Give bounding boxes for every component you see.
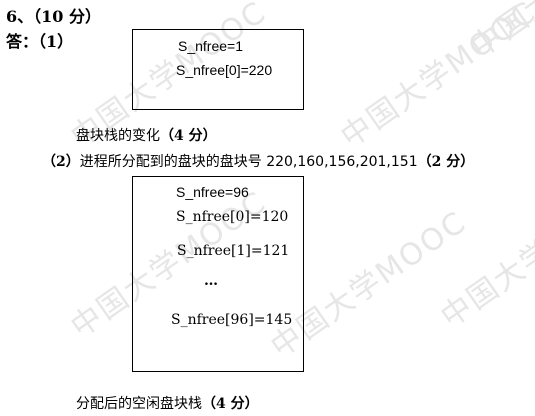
- part2-line: （2）进程所分配到的盘块的盘块号 220,160,156,201,151（2 分…: [42, 151, 474, 171]
- watermark: 中国大学MOOC: [334, 0, 535, 156]
- box2-line-5: S_nfree[96]=145: [171, 312, 293, 328]
- question-number: 6、: [6, 7, 34, 26]
- answer-line: 答：（1）: [6, 28, 73, 52]
- disk-stack-box-2: [132, 176, 304, 372]
- part2-text: 进程所分配到的盘块的盘块号 220,160,156,201,151: [79, 154, 418, 170]
- watermark: 中国大学MOOC: [460, 0, 535, 66]
- caption-1: 盘块栈的变化（4 分）: [76, 125, 217, 145]
- part2-score: （2 分）: [417, 154, 475, 170]
- score-close: ）: [85, 7, 102, 26]
- box1-line-1: S_nfree=1: [178, 38, 243, 54]
- box2-ellipsis: …: [204, 273, 218, 289]
- caption-2: 分配后的空闲盘块栈（4 分）: [76, 393, 259, 413]
- caption-2-score: （4 分）: [202, 396, 259, 412]
- score-open: （: [33, 7, 42, 26]
- question-score: 10 分: [41, 7, 85, 26]
- box1-line-2: S_nfree[0]=220: [176, 62, 273, 78]
- caption-1-text: 盘块栈的变化: [76, 128, 160, 144]
- watermark: 中国大学MOOC: [434, 174, 535, 336]
- question-header: 6、（10 分）: [6, 3, 101, 27]
- caption-1-score: （4 分）: [160, 128, 217, 144]
- box2-line-1: S_nfree=96: [176, 184, 249, 200]
- box2-line-2: S_nfree[0]=120: [176, 209, 289, 225]
- caption-2-text: 分配后的空闲盘块栈: [76, 396, 202, 412]
- part1-label: （1）: [38, 32, 74, 51]
- box2-line-3: S_nfree[1]=121: [177, 243, 290, 259]
- answer-label: 答：: [6, 32, 39, 51]
- part2-label: （2）: [42, 154, 80, 170]
